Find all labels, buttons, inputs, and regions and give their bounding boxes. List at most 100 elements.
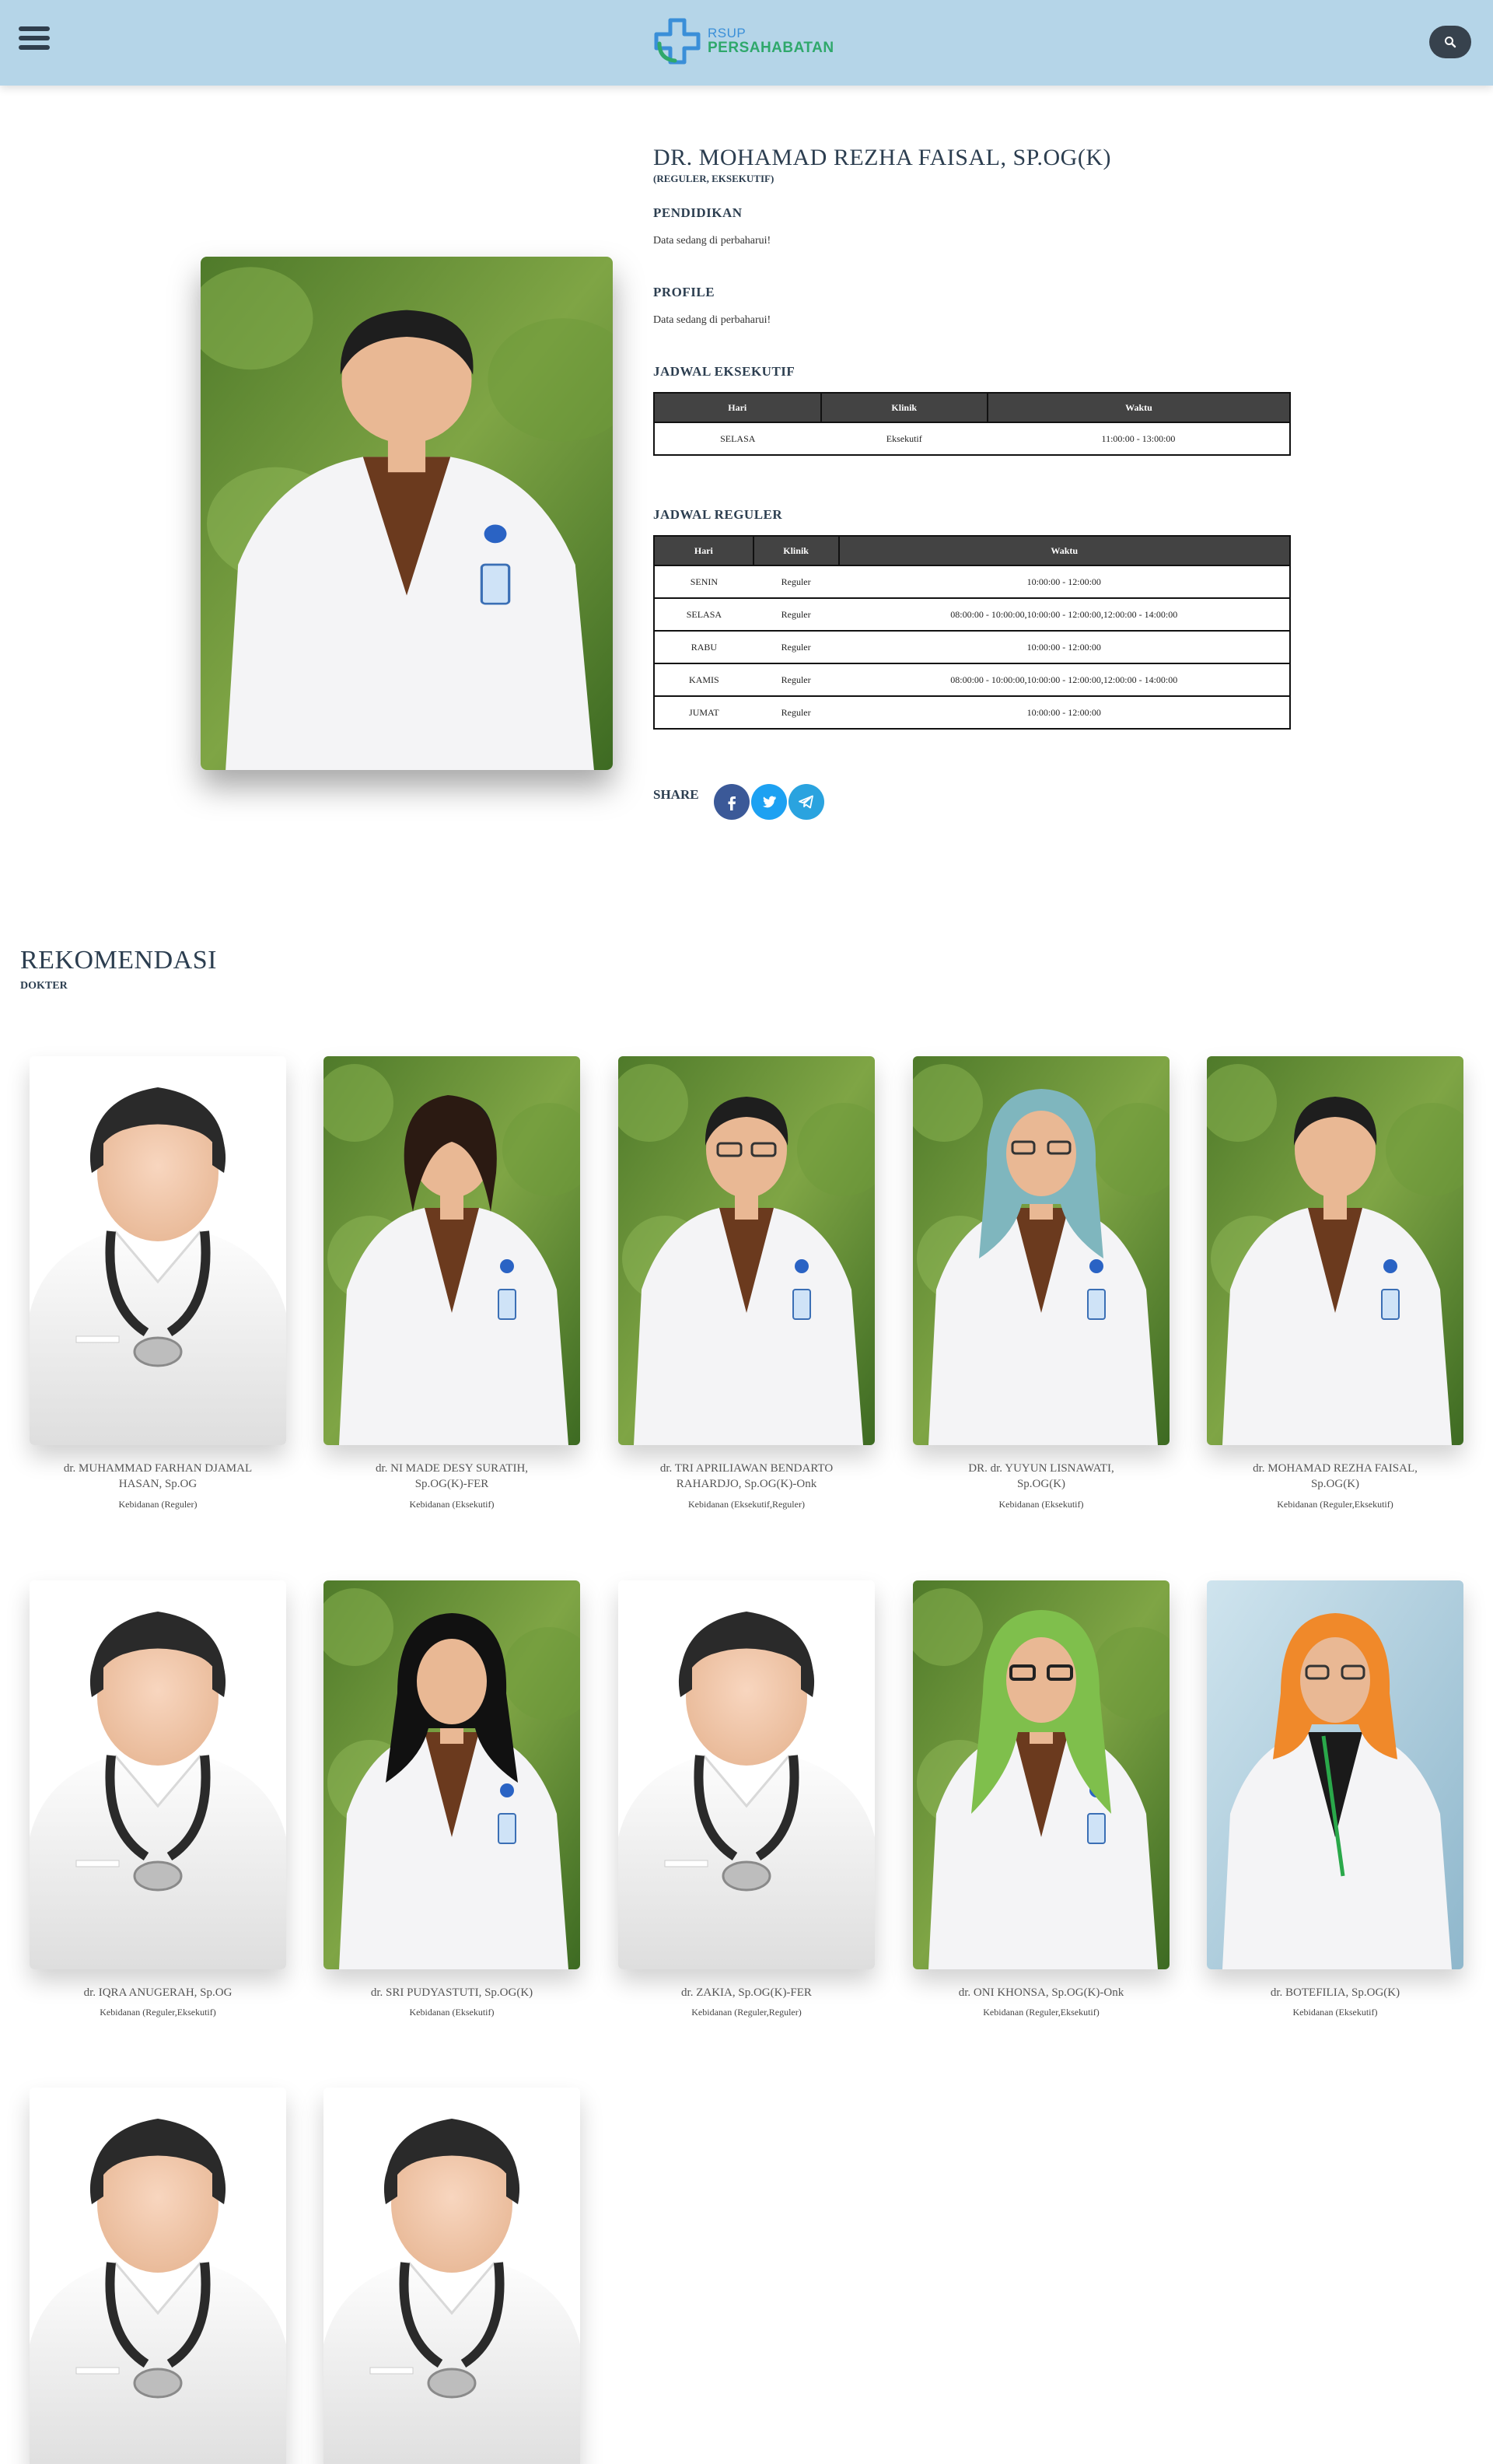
cell-klinik: Reguler xyxy=(753,663,839,696)
logo-line2: PERSAHABATAN xyxy=(708,39,834,56)
cell-hari: SELASA xyxy=(654,422,821,455)
jadwal-reguler-table: Hari Klinik Waktu SENIN Reguler 10:00:00… xyxy=(653,535,1291,730)
cell-klinik: Reguler xyxy=(753,630,839,663)
doctor-card-photo xyxy=(913,1580,1170,1969)
cell-hari: JUMAT xyxy=(654,695,753,729)
doctor-card[interactable]: dr. ZAKIA, Sp.OG(K)-FER Kebidanan (Regul… xyxy=(618,1580,875,2018)
facebook-icon[interactable] xyxy=(714,784,750,820)
doctor-card-name: dr. MOHAMAD REZHA FAISAL, Sp.OG(K) xyxy=(1253,1462,1418,1491)
doctor-profile-photo xyxy=(201,257,613,770)
doctor-card[interactable]: dr. MUHAMMAD FARHAN DJAMAL HASAN, Sp.OG … xyxy=(30,1056,286,1510)
doctor-card-photo xyxy=(913,1056,1170,1445)
telegram-icon[interactable] xyxy=(788,784,824,820)
doctor-type: (REGULER, EKSEKUTIF) xyxy=(653,173,774,184)
doctor-card-name: dr. TRI APRILIAWAN BENDARTO RAHARDJO, Sp… xyxy=(659,1462,834,1491)
doctor-card-photo xyxy=(30,1056,286,1445)
column-header: Hari xyxy=(653,535,754,566)
doctor-card-photo xyxy=(1207,1580,1463,1969)
doctor-card[interactable]: DR. dr. YUYUN LISNAWATI, Sp.OG(K) Kebida… xyxy=(913,1056,1170,1510)
cell-hari: SENIN xyxy=(654,565,753,598)
doctor-card-photo xyxy=(30,2088,286,2464)
doctor-card-poli: Kebidanan (Reguler,Eksekutif) xyxy=(1277,1498,1393,1510)
cell-waktu: 08:00:00 - 10:00:00,10:00:00 - 12:00:00,… xyxy=(838,663,1290,696)
doctor-card-poli: Kebidanan (Eksekutif,Reguler) xyxy=(688,1498,805,1510)
jadwal-eksekutif-table: Hari Klinik Waktu SELASA Eksekutif 11:00… xyxy=(653,392,1291,456)
doctor-card-photo xyxy=(618,1580,875,1969)
column-header: Hari xyxy=(653,392,822,423)
table-row: KAMIS Reguler 08:00:00 - 10:00:00,10:00:… xyxy=(654,663,1290,696)
doctor-card[interactable]: dr. BOTEFILIA, Sp.OG(K) Kebidanan (Eksek… xyxy=(1207,1580,1463,2018)
doctor-card[interactable]: dr. MOHAMAD REZHA FAISAL, Sp.OG(K) Kebid… xyxy=(1207,1056,1463,1510)
doctor-card[interactable] xyxy=(30,2088,286,2464)
doctor-card[interactable]: dr. ONI KHONSA, Sp.OG(K)-Onk Kebidanan (… xyxy=(913,1580,1170,2018)
doctor-card[interactable]: dr. IQRA ANUGERAH, Sp.OG Kebidanan (Regu… xyxy=(30,1580,286,2018)
doctor-card-poli: Kebidanan (Reguler,Reguler) xyxy=(691,2007,802,2018)
doctor-card-photo xyxy=(1207,1056,1463,1445)
column-header: Waktu xyxy=(987,392,1291,423)
share-label: SHARE xyxy=(653,787,699,802)
column-header: Klinik xyxy=(752,535,840,566)
doctor-card-poli: Kebidanan (Reguler,Eksekutif) xyxy=(100,2007,216,2018)
doctor-card-name: dr. NI MADE DESY SURATIH, Sp.OG(K)-FER xyxy=(375,1462,529,1491)
column-header: Waktu xyxy=(837,535,1291,566)
doctor-name: DR. MOHAMAD REZHA FAISAL, SP.OG(K) xyxy=(653,145,1111,170)
jadwal-eksekutif-title: JADWAL EKSEKUTIF xyxy=(653,364,795,379)
doctor-card-name: dr. IQRA ANUGERAH, Sp.OG xyxy=(83,1986,233,1999)
table-row: JUMAT Reguler 10:00:00 - 12:00:00 xyxy=(654,695,1290,729)
table-row: SELASA Reguler 08:00:00 - 10:00:00,10:00… xyxy=(654,597,1290,631)
cell-waktu: 10:00:00 - 12:00:00 xyxy=(838,565,1290,598)
cell-waktu: 11:00:00 - 13:00:00 xyxy=(988,422,1290,455)
cell-klinik: Reguler xyxy=(753,565,839,598)
site-logo[interactable]: RSUP PERSAHABATAN xyxy=(652,14,834,68)
cell-hari: RABU xyxy=(654,630,753,663)
doctor-card-poli: Kebidanan (Reguler) xyxy=(118,1498,198,1510)
doctor-card-poli: Kebidanan (Eksekutif) xyxy=(998,1498,1084,1510)
rekomendasi-title: REKOMENDASI xyxy=(20,946,217,975)
doctor-card-name: DR. dr. YUYUN LISNAWATI, Sp.OG(K) xyxy=(968,1462,1114,1491)
cell-waktu: 10:00:00 - 12:00:00 xyxy=(838,695,1290,729)
doctor-card-poli: Kebidanan (Eksekutif) xyxy=(409,1498,495,1510)
pendidikan-text: Data sedang di perbaharui! xyxy=(653,235,771,247)
doctor-card-name: dr. BOTEFILIA, Sp.OG(K) xyxy=(1270,1986,1400,1999)
table-row: SELASA Eksekutif 11:00:00 - 13:00:00 xyxy=(654,422,1290,455)
doctor-card[interactable] xyxy=(323,2088,580,2464)
twitter-icon[interactable] xyxy=(751,784,787,820)
menu-icon[interactable] xyxy=(19,26,50,54)
cell-klinik: Eksekutif xyxy=(820,422,988,455)
cell-hari: KAMIS xyxy=(654,663,753,696)
cell-waktu: 10:00:00 - 12:00:00 xyxy=(838,630,1290,663)
logo-text: RSUP PERSAHABATAN xyxy=(708,26,834,56)
table-row: SENIN Reguler 10:00:00 - 12:00:00 xyxy=(654,565,1290,598)
doctor-card-poli: Kebidanan (Eksekutif) xyxy=(1292,2007,1378,2018)
cell-hari: SELASA xyxy=(654,597,753,631)
doctor-card-photo xyxy=(30,1580,286,1969)
doctor-card-name: dr. MUHAMMAD FARHAN DJAMAL HASAN, Sp.OG xyxy=(63,1462,253,1491)
doctor-card-poli: Kebidanan (Eksekutif) xyxy=(409,2007,495,2018)
rekomendasi-subtitle: DOKTER xyxy=(20,980,68,992)
cell-klinik: Reguler xyxy=(753,695,839,729)
doctor-card-photo xyxy=(323,2088,580,2464)
doctor-card-photo xyxy=(323,1580,580,1969)
logo-cross-icon xyxy=(654,18,701,65)
doctor-card[interactable]: dr. NI MADE DESY SURATIH, Sp.OG(K)-FER K… xyxy=(323,1056,580,1510)
profile-text: Data sedang di perbaharui! xyxy=(653,314,771,326)
doctor-card-photo xyxy=(618,1056,875,1445)
cell-klinik: Reguler xyxy=(753,597,839,631)
jadwal-reguler-title: JADWAL REGULER xyxy=(653,507,783,522)
pendidikan-title: PENDIDIKAN xyxy=(653,205,743,220)
search-icon xyxy=(1445,37,1456,48)
doctor-card[interactable]: dr. SRI PUDYASTUTI, Sp.OG(K) Kebidanan (… xyxy=(323,1580,580,2018)
search-button[interactable] xyxy=(1429,26,1471,58)
doctor-card-name: dr. ZAKIA, Sp.OG(K)-FER xyxy=(681,1986,812,1999)
table-row: RABU Reguler 10:00:00 - 12:00:00 xyxy=(654,630,1290,663)
cell-waktu: 08:00:00 - 10:00:00,10:00:00 - 12:00:00,… xyxy=(838,597,1290,631)
logo-line1: RSUP xyxy=(708,26,746,41)
top-header: RSUP PERSAHABATAN xyxy=(0,0,1493,86)
doctor-card[interactable]: dr. TRI APRILIAWAN BENDARTO RAHARDJO, Sp… xyxy=(618,1056,875,1510)
doctor-card-name: dr. SRI PUDYASTUTI, Sp.OG(K) xyxy=(370,1986,533,1999)
doctor-card-photo xyxy=(323,1056,580,1445)
doctor-card-poli: Kebidanan (Reguler,Eksekutif) xyxy=(983,2007,1100,2018)
profile-title: PROFILE xyxy=(653,285,715,299)
doctor-card-name: dr. ONI KHONSA, Sp.OG(K)-Onk xyxy=(958,1986,1124,1999)
column-header: Klinik xyxy=(820,392,988,423)
